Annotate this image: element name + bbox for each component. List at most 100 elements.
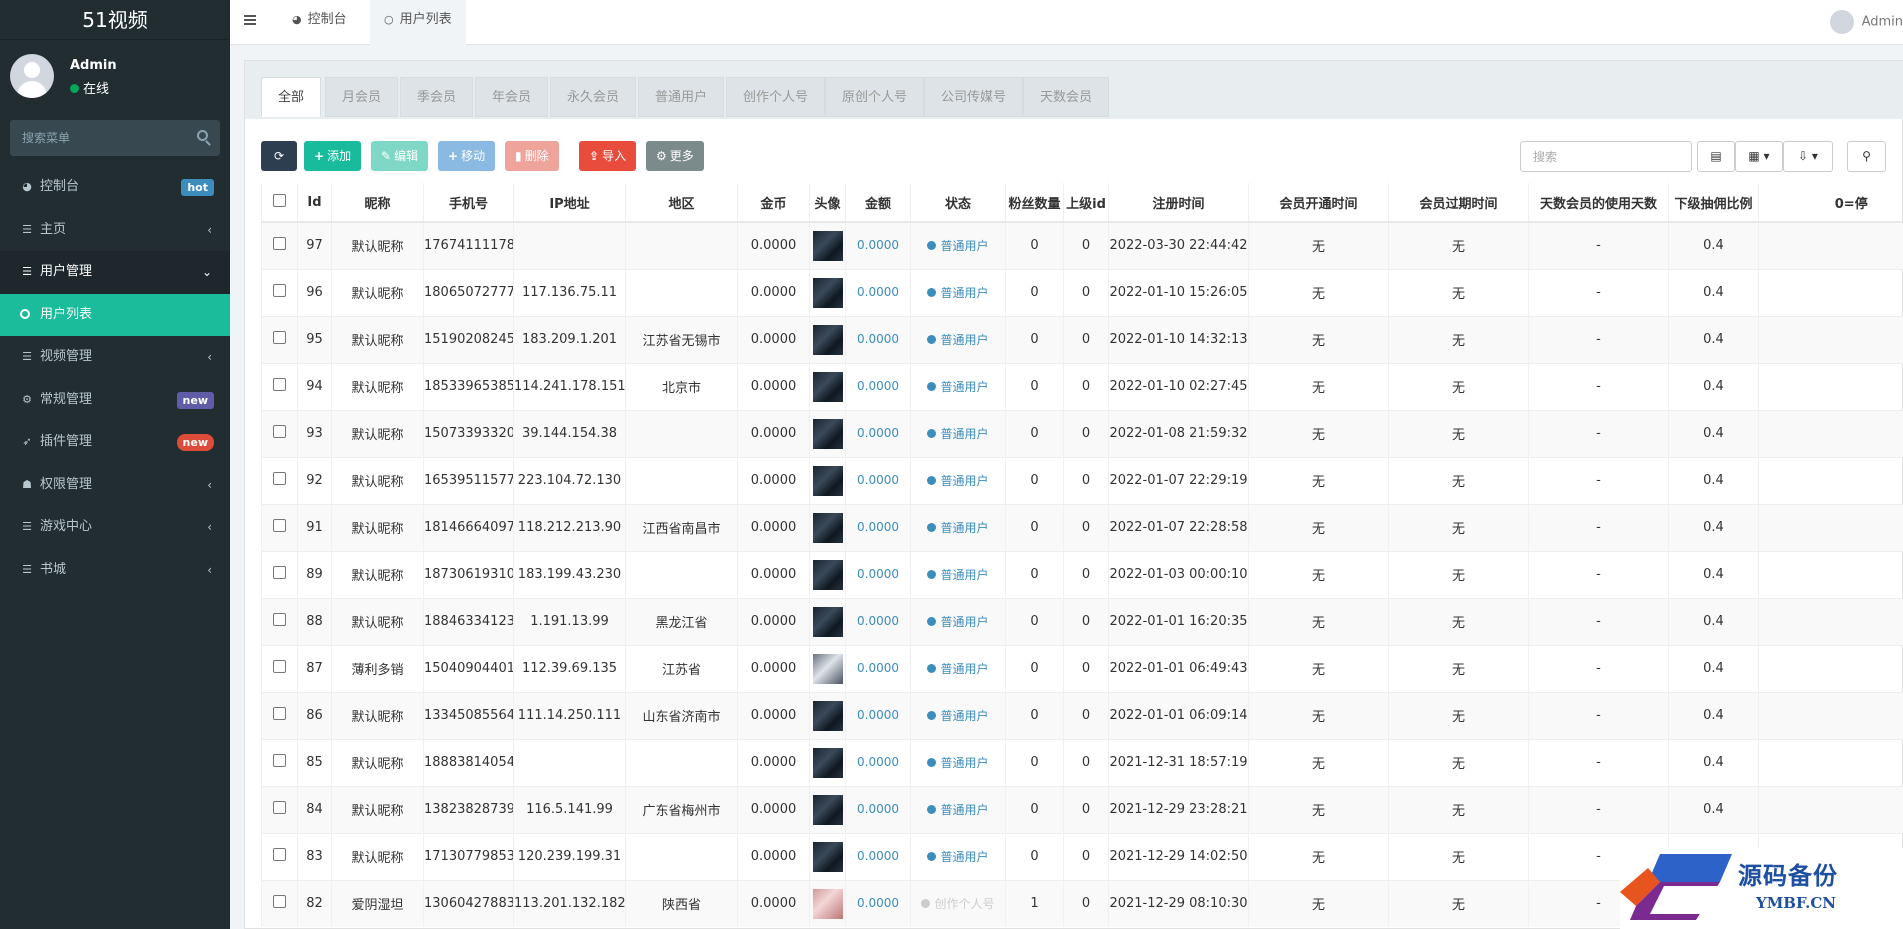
status-badge[interactable]: 普通用户 <box>927 615 989 629</box>
table-row[interactable]: 92 默认昵称 16539511577 223.104.72.130 0.0000 0.0… <box>261 456 1903 504</box>
column-header[interactable]: 会员开通时间 <box>1248 183 1389 223</box>
status-badge[interactable]: 普通用户 <box>927 239 989 253</box>
column-header[interactable]: 注册时间 <box>1108 183 1249 223</box>
filter-tab-monthly[interactable]: 月会员 <box>325 77 399 117</box>
export-button[interactable]: ⇩ ▾ <box>1783 141 1833 172</box>
status-badge[interactable]: 普通用户 <box>927 709 989 723</box>
row-checkbox[interactable] <box>273 378 286 391</box>
status-badge[interactable]: 普通用户 <box>927 662 989 676</box>
money-link[interactable]: 0.0000 <box>857 332 899 346</box>
table-row[interactable]: 95 默认昵称 15190208245 183.209.1.201 江苏省无锡市 0.00… <box>261 315 1903 363</box>
avatar[interactable] <box>812 794 843 825</box>
search-icon[interactable] <box>197 130 208 141</box>
sidebar-item-permissions[interactable]: ☗ 权限管理 ‹ <box>0 464 230 507</box>
filter-tab-original[interactable]: 原创个人号 <box>825 77 925 117</box>
row-checkbox[interactable] <box>273 801 286 814</box>
status-badge[interactable]: 普通用户 <box>927 333 989 347</box>
table-row[interactable]: 96 默认昵称 18065072777 117.136.75.11 0.0000 0.00… <box>261 268 1903 316</box>
column-header[interactable]: 头像 <box>809 183 846 223</box>
avatar[interactable] <box>812 230 843 261</box>
menu-search[interactable] <box>10 120 220 156</box>
avatar[interactable] <box>812 841 843 872</box>
status-badge[interactable]: 普通用户 <box>927 756 989 770</box>
money-link[interactable]: 0.0000 <box>857 849 899 863</box>
sidebar-item-general[interactable]: ⚙ 常规管理 new <box>0 379 230 422</box>
money-link[interactable]: 0.0000 <box>857 661 899 675</box>
filter-tab-creator[interactable]: 创作个人号 <box>726 77 826 117</box>
column-header[interactable]: 会员过期时间 <box>1388 183 1529 223</box>
status-badge[interactable]: 普通用户 <box>927 568 989 582</box>
money-link[interactable]: 0.0000 <box>857 567 899 581</box>
import-button[interactable]: ⇪ 导入 <box>579 141 637 171</box>
column-header[interactable]: 0=停 <box>1758 183 1903 223</box>
sidebar-item-plugins[interactable]: ➶ 插件管理 new <box>0 421 230 464</box>
status-badge[interactable]: 普通用户 <box>927 803 989 817</box>
avatar[interactable] <box>812 418 843 449</box>
money-link[interactable]: 0.0000 <box>857 755 899 769</box>
status-badge[interactable]: 普通用户 <box>927 850 989 864</box>
filter-tab-yearly[interactable]: 年会员 <box>475 77 549 117</box>
filter-tab-quarterly[interactable]: 季会员 <box>400 77 474 117</box>
status-badge[interactable]: 普通用户 <box>927 427 989 441</box>
row-checkbox[interactable] <box>273 425 286 438</box>
column-header[interactable]: Id <box>297 183 332 223</box>
columns-button[interactable]: ▦ ▾ <box>1735 141 1783 172</box>
sidebar-item-dashboard[interactable]: ◕ 控制台 hot <box>0 166 230 209</box>
column-header[interactable]: 金币 <box>737 183 810 223</box>
status-badge[interactable]: 普通用户 <box>927 380 989 394</box>
row-checkbox[interactable] <box>273 284 286 297</box>
filter-tab-regular[interactable]: 普通用户 <box>638 77 725 117</box>
row-checkbox[interactable] <box>273 519 286 532</box>
column-header[interactable]: 昵称 <box>331 183 424 223</box>
add-button[interactable]: + 添加 <box>304 141 362 171</box>
avatar[interactable] <box>812 888 843 919</box>
delete-button[interactable]: ▮ 删除 <box>505 141 559 171</box>
table-row[interactable]: 84 默认昵称 13823828739 116.5.141.99 广东省梅州市 0.000… <box>261 785 1903 833</box>
sidebar-item-books[interactable]: ☰ 书城 ‹ <box>0 549 230 592</box>
table-row[interactable]: 88 默认昵称 18846334123 1.191.13.99 黑龙江省 0.0000 0.… <box>261 597 1903 645</box>
tab-dashboard[interactable]: ◕ 控制台 <box>278 0 361 45</box>
status-badge[interactable]: 普通用户 <box>927 521 989 535</box>
toggle-view-button[interactable]: ▤ <box>1697 141 1735 172</box>
filter-tab-company[interactable]: 公司传媒号 <box>924 77 1024 117</box>
avatar[interactable] <box>812 747 843 778</box>
edit-button[interactable]: ✎ 编辑 <box>371 141 429 171</box>
money-link[interactable]: 0.0000 <box>857 708 899 722</box>
table-row[interactable]: 86 默认昵称 13345085564 111.14.250.111 山东省济南市 0.0… <box>261 691 1903 739</box>
row-checkbox[interactable] <box>273 848 286 861</box>
avatar[interactable] <box>812 324 843 355</box>
row-checkbox[interactable] <box>273 237 286 251</box>
table-row[interactable]: 89 默认昵称 18730619310 183.199.43.230 0.0000 0.0… <box>261 550 1903 598</box>
sidebar-item-user-management[interactable]: ☰ 用户管理 ⌄ <box>0 251 230 294</box>
status-badge[interactable]: 普通用户 <box>927 286 989 300</box>
money-link[interactable]: 0.0000 <box>857 802 899 816</box>
column-header[interactable]: 手机号 <box>423 183 514 223</box>
sidebar-item-user-list[interactable]: 用户列表 <box>0 293 230 336</box>
column-header[interactable]: 天数会员的使用天数 <box>1528 183 1669 223</box>
column-header[interactable]: 下级抽佣比例 <box>1668 183 1759 223</box>
table-search-input[interactable] <box>1520 141 1692 172</box>
money-link[interactable]: 0.0000 <box>857 473 899 487</box>
avatar[interactable] <box>812 371 843 402</box>
avatar[interactable] <box>812 277 843 308</box>
avatar[interactable] <box>812 653 843 684</box>
tab-user-list[interactable]: ○ 用户列表 <box>370 0 466 45</box>
money-link[interactable]: 0.0000 <box>857 614 899 628</box>
filter-tab-all[interactable]: 全部 <box>261 77 322 117</box>
column-header[interactable]: 地区 <box>625 183 738 223</box>
column-header[interactable]: IP地址 <box>513 183 626 223</box>
table-row[interactable]: 93 默认昵称 15073393320 39.144.154.38 0.0000 0.00… <box>261 409 1903 457</box>
money-link[interactable]: 0.0000 <box>857 896 899 910</box>
money-link[interactable]: 0.0000 <box>857 379 899 393</box>
avatar[interactable] <box>812 559 843 590</box>
column-header[interactable]: 粉丝数量 <box>1005 183 1064 223</box>
advanced-search-button[interactable]: ⚲ <box>1847 141 1886 172</box>
money-link[interactable]: 0.0000 <box>857 426 899 440</box>
top-user-menu[interactable]: Admin <box>1829 10 1903 34</box>
menu-search-input[interactable] <box>10 120 180 156</box>
row-checkbox[interactable] <box>273 660 286 673</box>
money-link[interactable]: 0.0000 <box>857 520 899 534</box>
money-link[interactable]: 0.0000 <box>857 285 899 299</box>
row-checkbox[interactable] <box>273 566 286 579</box>
row-checkbox[interactable] <box>273 707 286 720</box>
